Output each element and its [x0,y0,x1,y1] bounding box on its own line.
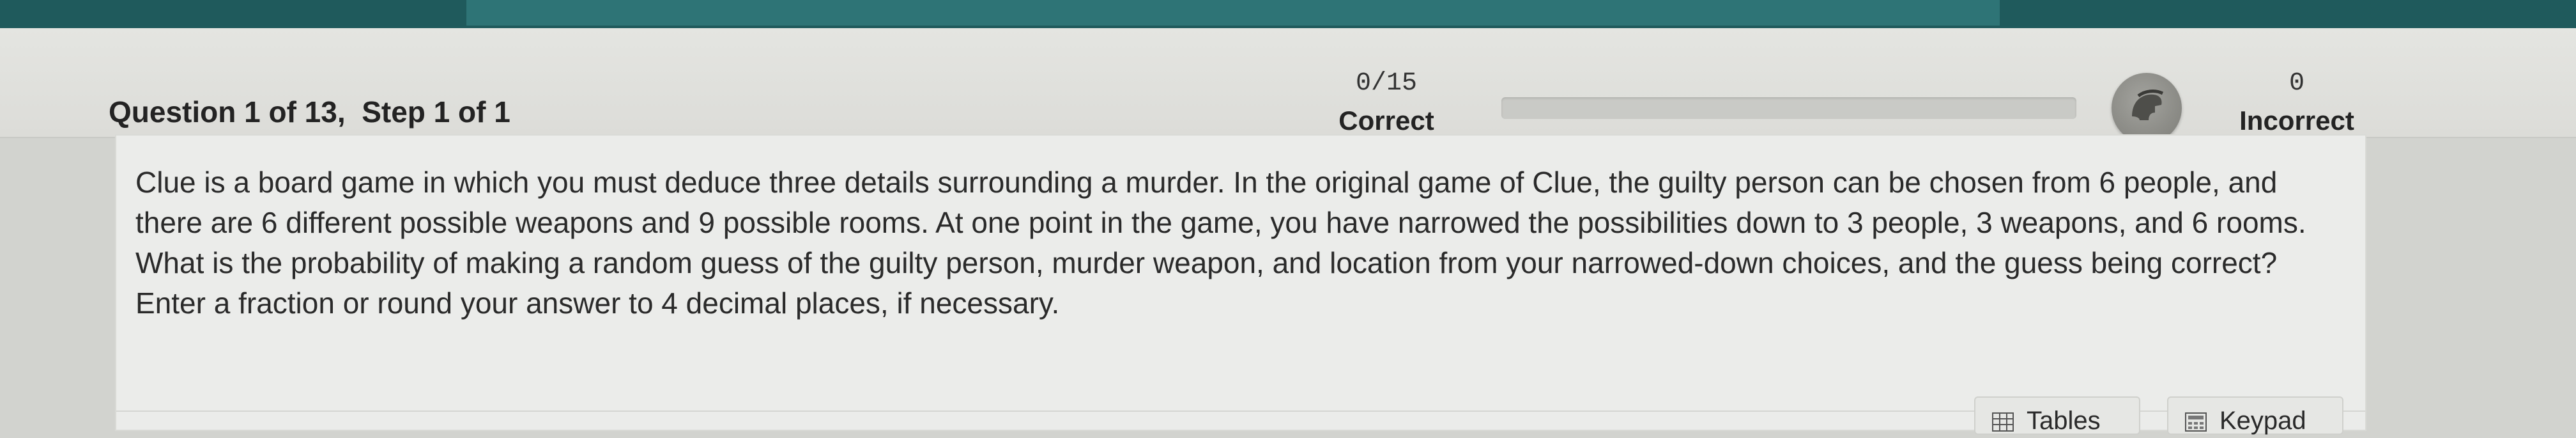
question-line: Enter a fraction or round your answer to… [135,286,1060,320]
incorrect-count: 0 [2288,69,2304,98]
step-number: Step 1 of 1 [362,95,510,129]
question-header: Question 1 of 13, Step 1 of 1 0/15 Corre… [0,28,2576,143]
incorrect-label: Incorrect [2239,106,2354,136]
question-card: Clue is a board game in which you must d… [115,134,2366,431]
correct-count: 0/15 [1355,69,1417,98]
question-number: Question 1 of 13, [109,95,346,129]
top-bar-segment [466,0,2000,26]
question-line: What is the probability of making a rand… [135,246,2278,279]
question-text: Clue is a board game in which you must d… [135,162,2333,324]
tables-label: Tables [2027,407,2101,435]
keypad-label: Keypad [2220,407,2306,435]
question-line: Clue is a board game in which you must d… [135,166,2278,199]
question-line: there are 6 different possible weapons a… [135,206,2306,239]
table-grid-icon [1992,409,2014,438]
incorrect-score: 0 Incorrect [2217,69,2377,136]
top-bar [0,0,2576,28]
spartan-helmet-icon [2112,73,2182,143]
correct-score: 0/15 Correct [1310,69,1463,136]
calculator-icon [2185,409,2207,438]
correct-label: Correct [1338,106,1434,136]
keypad-button[interactable]: Keypad [2167,396,2343,435]
tables-button[interactable]: Tables [1974,396,2140,435]
question-title: Question 1 of 13, Step 1 of 1 [109,95,510,129]
progress-bar [1501,97,2076,119]
